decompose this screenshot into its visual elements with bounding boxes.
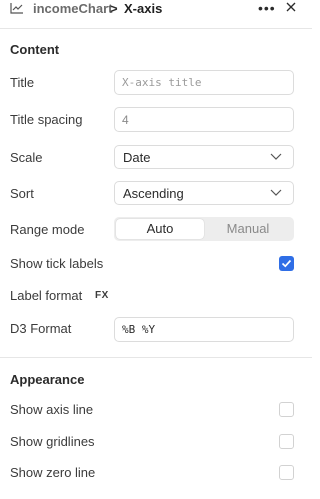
- close-icon[interactable]: [285, 1, 297, 13]
- show-axis-line-checkbox[interactable]: [279, 402, 294, 417]
- d3-format-input[interactable]: %B %Y: [114, 317, 294, 342]
- more-horizontal-icon[interactable]: •••: [258, 0, 276, 16]
- breadcrumb-parent[interactable]: incomeChart: [33, 1, 112, 16]
- page-title: X-axis: [124, 1, 163, 16]
- header-divider: [0, 28, 312, 29]
- title-spacing-label: Title spacing: [10, 112, 83, 127]
- section-divider: [0, 357, 312, 358]
- title-label: Title: [10, 75, 35, 90]
- sort-select-value: Ascending: [123, 185, 184, 201]
- chevron-down-icon: [270, 189, 282, 196]
- title-input[interactable]: X-axis title: [114, 70, 294, 95]
- scale-select[interactable]: Date: [114, 145, 294, 169]
- range-mode-toggle: Auto Manual: [114, 217, 294, 241]
- show-zero-line-label: Show zero line: [10, 465, 96, 480]
- label-format-label: Label format: [10, 288, 83, 303]
- scale-select-value: Date: [123, 149, 151, 165]
- title-spacing-input[interactable]: 4: [114, 107, 294, 132]
- show-axis-line-label: Show axis line: [10, 402, 94, 417]
- scale-label: Scale: [10, 150, 43, 165]
- chevron-down-icon: [270, 153, 282, 160]
- breadcrumb-separator: >: [110, 1, 118, 16]
- content-section-title: Content: [10, 42, 60, 57]
- range-mode-label: Range mode: [10, 222, 85, 237]
- d3-format-label: D3 Format: [10, 321, 72, 336]
- panel-header: incomeChart > X-axis •••: [0, 0, 312, 18]
- check-icon: [281, 259, 292, 268]
- sort-label: Sort: [10, 186, 34, 201]
- appearance-section-title: Appearance: [10, 372, 85, 387]
- show-tick-labels-checkbox[interactable]: [279, 256, 294, 271]
- show-gridlines-checkbox[interactable]: [279, 434, 294, 449]
- show-zero-line-checkbox[interactable]: [279, 465, 294, 480]
- fx-toggle[interactable]: FX: [95, 290, 109, 301]
- show-gridlines-label: Show gridlines: [10, 434, 95, 449]
- line-chart-icon: [10, 3, 23, 14]
- range-mode-auto[interactable]: Auto: [116, 219, 204, 239]
- range-mode-manual[interactable]: Manual: [204, 219, 292, 239]
- show-tick-labels-label: Show tick labels: [10, 256, 104, 271]
- sort-select[interactable]: Ascending: [114, 181, 294, 205]
